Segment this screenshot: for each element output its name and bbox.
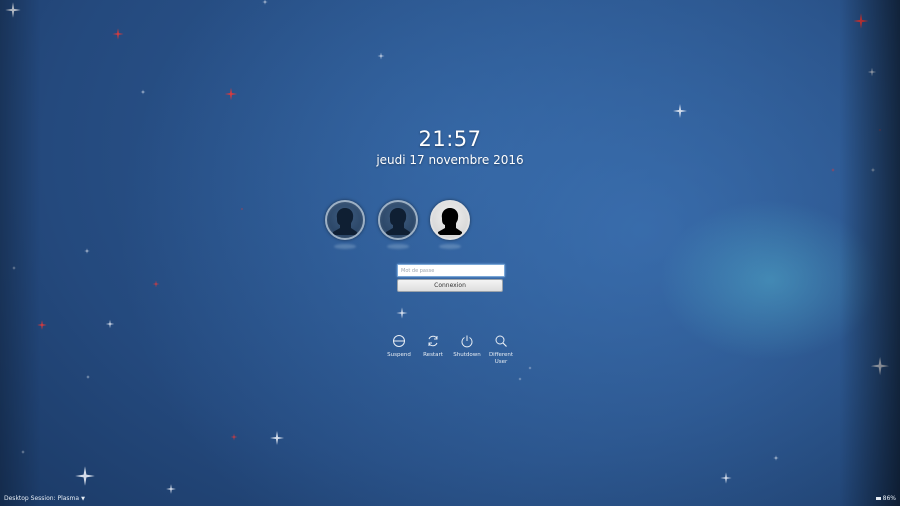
power-icon <box>461 335 473 348</box>
battery-icon <box>875 497 881 500</box>
user-silhouette-icon <box>386 208 410 235</box>
search-icon <box>495 335 507 347</box>
session-label: Desktop Session: Plasma <box>4 495 80 502</box>
chevron-down-icon: ▼ <box>81 496 85 502</box>
user-silhouette-icon <box>333 208 357 235</box>
suspend-label: Suspend <box>387 352 411 358</box>
session-selector[interactable]: Desktop Session: Plasma ▼ <box>4 495 85 502</box>
user-avatar-2[interactable] <box>378 200 418 249</box>
different-user-button[interactable]: Different User <box>484 334 518 365</box>
restart-button[interactable]: Restart <box>416 334 450 359</box>
restart-icon <box>428 335 438 347</box>
password-input[interactable] <box>397 264 505 277</box>
user-avatar-1[interactable] <box>325 200 365 249</box>
different-user-label: Different User <box>488 352 514 365</box>
clock-time: 21:57 <box>418 127 482 151</box>
connect-button[interactable]: Connexion <box>397 279 503 292</box>
clock-date: jeudi 17 novembre 2016 <box>376 153 524 167</box>
suspend-button[interactable]: Suspend <box>382 334 416 359</box>
avatar-reflection <box>334 244 356 249</box>
shutdown-button[interactable]: Shutdown <box>450 334 484 359</box>
avatar-reflection <box>387 244 409 249</box>
suspend-icon <box>393 335 405 347</box>
user-list <box>0 200 900 256</box>
shutdown-label: Shutdown <box>453 352 481 358</box>
battery-percent: 86% <box>882 495 896 502</box>
avatar-reflection <box>439 244 461 249</box>
battery-indicator: 86% <box>875 495 896 502</box>
user-silhouette-icon <box>438 208 462 235</box>
user-avatar-3-selected[interactable] <box>430 200 470 249</box>
restart-label: Restart <box>423 352 443 358</box>
